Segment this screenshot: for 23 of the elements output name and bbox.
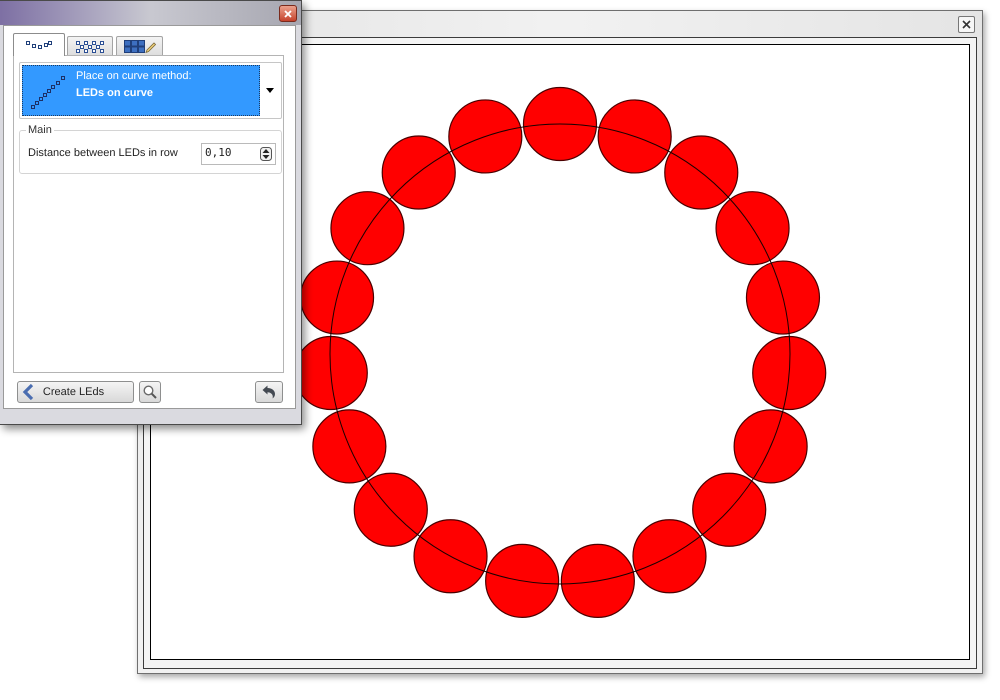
checker-icon [76, 40, 104, 52]
option-caption: Place on curve method: [76, 69, 192, 84]
grid-pencil-icon [124, 40, 156, 53]
tab[interactable] [116, 36, 163, 56]
tab[interactable] [67, 36, 113, 56]
tab[interactable] [13, 33, 65, 56]
chevron-left-icon [22, 384, 34, 400]
close-button[interactable] [958, 16, 975, 33]
distance-spinbox[interactable]: 0,10 [201, 142, 276, 164]
search-icon [143, 385, 157, 399]
dropdown-arrow-icon [266, 88, 274, 93]
field-label: Distance between LEDs in row [28, 146, 178, 162]
create-leds-button[interactable]: Create LEds [17, 381, 134, 403]
undo-icon [262, 385, 276, 399]
dotted-line-icon [30, 74, 66, 110]
close-button[interactable] [279, 5, 297, 22]
option-value: LEDs on curve [76, 86, 154, 101]
close-icon [962, 20, 971, 29]
dots-icon [26, 40, 52, 50]
search-button[interactable] [139, 381, 161, 403]
spin-arrows-icon [260, 146, 272, 160]
undo-button[interactable] [255, 381, 283, 403]
close-icon [284, 10, 292, 18]
